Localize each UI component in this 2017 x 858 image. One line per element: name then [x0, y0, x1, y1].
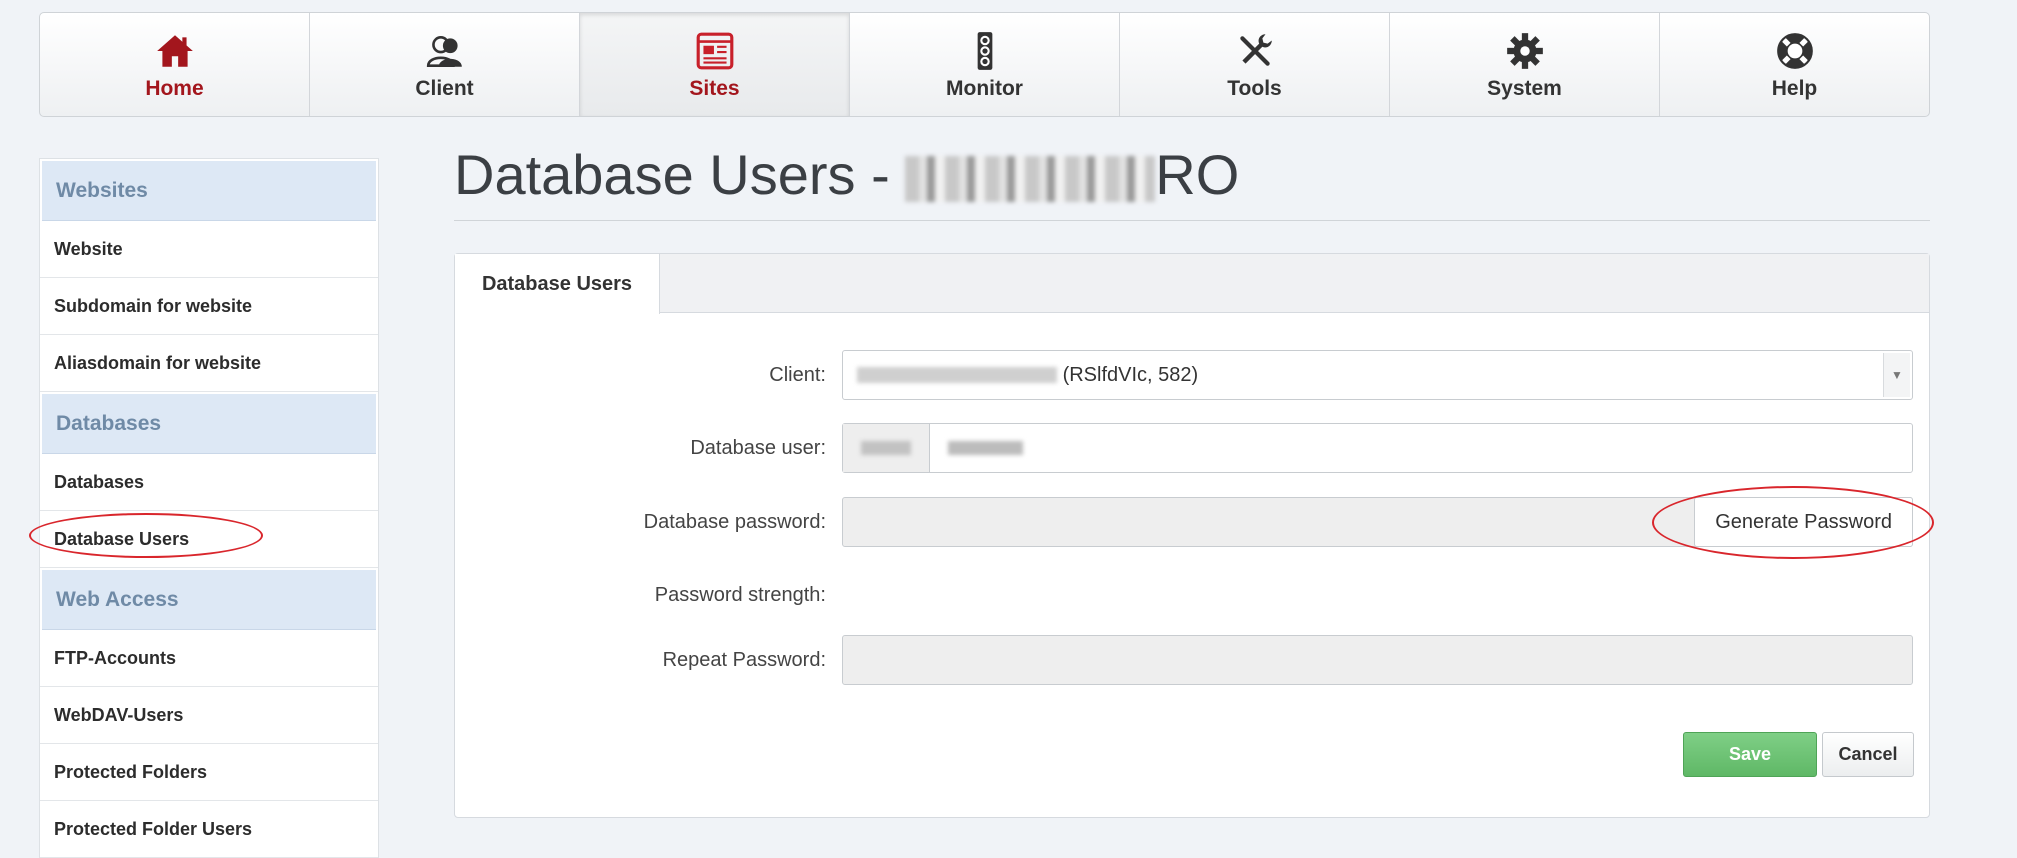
- client-select-value: (RSlfdVIc, 582): [843, 364, 1883, 387]
- sidebar-item-aliasdomain[interactable]: Aliasdomain for website: [40, 335, 378, 392]
- db-password-field[interactable]: Generate Password: [842, 497, 1913, 547]
- client-icon: [423, 29, 467, 73]
- form-panel: Database Users Client: (RSlfdVIc, 582) ▼…: [454, 253, 1930, 818]
- redacted-prefix: [861, 441, 911, 455]
- sidebar-item-ftp-accounts[interactable]: FTP-Accounts: [40, 630, 378, 687]
- monitor-icon: [963, 29, 1007, 73]
- sidebar-item-subdomain[interactable]: Subdomain for website: [40, 278, 378, 335]
- redacted-client-name: [857, 367, 1057, 384]
- nav-help[interactable]: Help: [1660, 13, 1929, 116]
- generate-password-button[interactable]: Generate Password: [1694, 497, 1913, 547]
- nav-label: Help: [1771, 76, 1818, 100]
- chevron-down-icon[interactable]: ▼: [1883, 353, 1910, 397]
- sidebar-item-databases[interactable]: Databases: [40, 454, 378, 511]
- panel-tabs: Database Users: [455, 254, 1929, 314]
- nav-system[interactable]: System: [1390, 13, 1660, 116]
- redacted-username: [948, 441, 1023, 456]
- nav-label: Monitor: [946, 76, 1023, 100]
- main-nav: Home Client Sites Monitor Tools System H…: [39, 12, 1930, 117]
- sidebar-section-databases: Databases: [42, 394, 376, 454]
- client-label: Client:: [769, 363, 826, 386]
- page-title-suffix: RO: [1155, 143, 1240, 206]
- repeat-password-field[interactable]: [842, 635, 1913, 685]
- db-user-prefix: [843, 424, 930, 472]
- nav-monitor[interactable]: Monitor: [850, 13, 1120, 116]
- home-icon: [153, 29, 197, 73]
- repeat-row: Repeat Password:: [455, 635, 1929, 685]
- nav-label: Client: [415, 76, 474, 100]
- sites-icon: [693, 29, 737, 73]
- db-password-label: Database password:: [643, 510, 826, 533]
- nav-label: Tools: [1227, 76, 1282, 100]
- db-user-label: Database user:: [690, 436, 826, 459]
- sidebar-section-web-access: Web Access: [42, 570, 376, 630]
- sidebar-item-webdav-users[interactable]: WebDAV-Users: [40, 687, 378, 744]
- tools-icon: [1233, 29, 1277, 73]
- nav-home[interactable]: Home: [40, 13, 310, 116]
- nav-label: Sites: [689, 76, 740, 100]
- page-title: Database Users - RO: [454, 142, 1239, 207]
- help-icon: [1773, 29, 1817, 73]
- nav-label: Home: [145, 76, 204, 100]
- nav-tools[interactable]: Tools: [1120, 13, 1390, 116]
- repeat-label: Repeat Password:: [662, 648, 826, 671]
- client-select[interactable]: (RSlfdVIc, 582) ▼: [842, 350, 1913, 400]
- client-value-text: (RSlfdVIc, 582): [1062, 363, 1199, 386]
- nav-label: System: [1487, 76, 1562, 100]
- db-user-row: Database user:: [455, 423, 1929, 473]
- sidebar-item-website[interactable]: Website: [40, 221, 378, 278]
- nav-client[interactable]: Client: [310, 13, 580, 116]
- sidebar-item-database-users[interactable]: Database Users: [40, 511, 378, 568]
- sidebar-item-protected-folder-users[interactable]: Protected Folder Users: [40, 801, 378, 858]
- sidebar: Websites Website Subdomain for website A…: [39, 158, 379, 858]
- sidebar-item-protected-folders[interactable]: Protected Folders: [40, 744, 378, 801]
- db-password-row: Database password: Generate Password: [455, 497, 1929, 547]
- gear-icon: [1503, 29, 1547, 73]
- page-title-prefix: Database Users -: [454, 143, 906, 206]
- client-row: Client: (RSlfdVIc, 582) ▼: [455, 350, 1929, 400]
- redacted-server-name: [905, 156, 1156, 203]
- title-divider: [454, 220, 1930, 221]
- db-user-field[interactable]: [842, 423, 1913, 473]
- db-user-input[interactable]: [930, 437, 1023, 460]
- tab-database-users[interactable]: Database Users: [455, 254, 660, 314]
- save-button[interactable]: Save: [1683, 732, 1817, 777]
- nav-sites[interactable]: Sites: [580, 13, 850, 116]
- strength-row: Password strength:: [455, 570, 1929, 620]
- strength-label: Password strength:: [654, 583, 826, 606]
- sidebar-section-websites: Websites: [42, 161, 376, 221]
- cancel-button[interactable]: Cancel: [1822, 732, 1914, 777]
